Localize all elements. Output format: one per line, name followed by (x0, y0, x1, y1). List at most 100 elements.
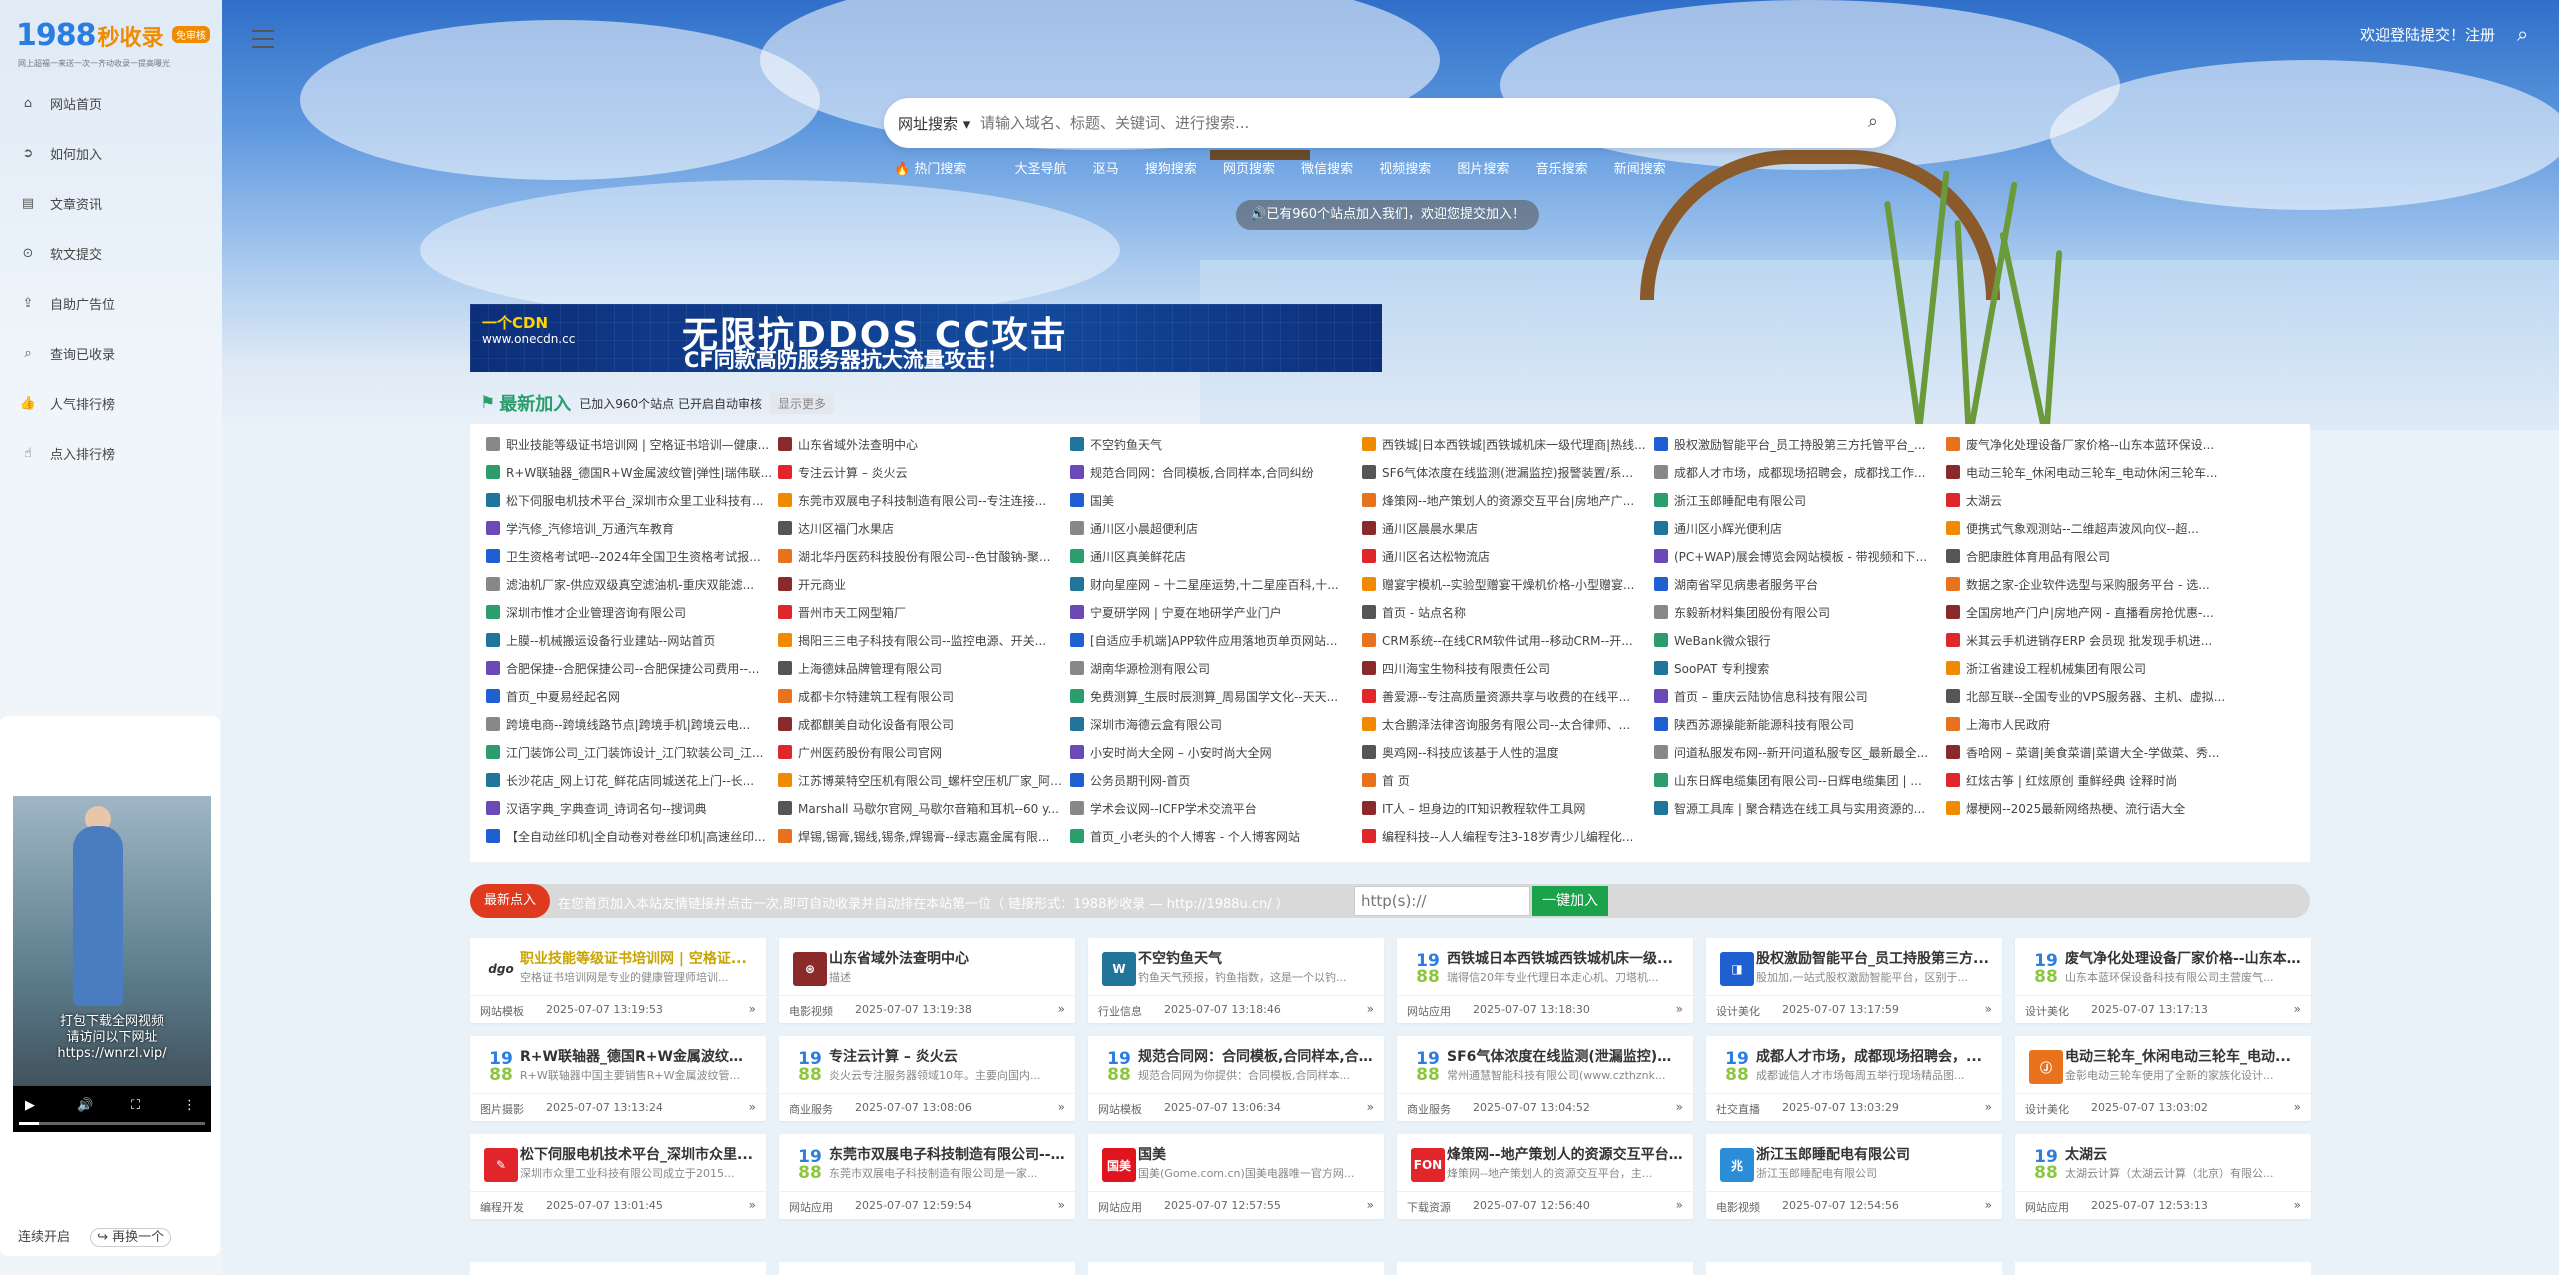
card-category[interactable]: 图片摄影 (480, 1101, 524, 1117)
site-link[interactable]: 上膜--机械搬运设备行业建站--网站首页 (486, 626, 778, 654)
site-link[interactable]: 成都人才市场，成都现场招聘会，成都找工作... (1654, 458, 1946, 486)
site-link[interactable]: 学汽修_汽修培训_万通汽车教育 (486, 514, 778, 542)
site-card[interactable]: 兆浙江玉郎睡配电有限公司 浙江玉郎睡配电有限公司 电影视频 2025-07-07 12… (1706, 1134, 2002, 1219)
site-link[interactable]: 江苏博莱特空压机有限公司_螺杆空压机厂家_阿特... (778, 766, 1070, 794)
site-link[interactable]: 学术会议网--ICFP学术交流平台 (1070, 794, 1362, 822)
site-link[interactable]: 小安时尚大全网 – 小安时尚大全网 (1070, 738, 1362, 766)
double-chevron-icon[interactable]: » (1985, 1198, 1992, 1212)
autoplay-toggle[interactable]: 连续开启 (18, 1230, 70, 1245)
card-title[interactable]: 专注云计算 – 炎火云 (829, 1046, 1065, 1066)
site-link[interactable]: 陕西苏源操能新能源科技有限公司 (1654, 710, 1946, 738)
search-type-select[interactable]: 网址搜索 ▾ (898, 113, 970, 134)
site-link[interactable]: 宁夏研学网 | 宁夏在地研学产业门户 (1070, 598, 1362, 626)
site-link[interactable]: 北部互联--全国专业的VPS服务器、主机、虚拟... (1946, 682, 2238, 710)
volume-icon[interactable]: 🔊 (77, 1098, 93, 1113)
engine-tab[interactable]: 沤马 (1093, 162, 1119, 177)
sidebar-item-click-ranking[interactable]: ☝ 点入排行榜 (0, 428, 222, 478)
site-link[interactable]: 松下伺服电机技术平台_深圳市众里工业科技有... (486, 486, 778, 514)
card-category[interactable]: 设计美化 (2025, 1003, 2069, 1019)
site-link[interactable]: (PC+WAP)展会博览会网站模板 - 带视频和下... (1654, 542, 1946, 570)
site-link[interactable]: 太合鹏泽法律咨询服务有限公司--太合律师、... (1362, 710, 1654, 738)
sidebar-item-check-indexed[interactable]: ⌕ 查询已收录 (0, 328, 222, 378)
site-link[interactable]: IT人 – 坦身边的IT知识教程软件工具网 (1362, 794, 1654, 822)
engine-tab[interactable]: 大圣导航 (1014, 162, 1066, 177)
site-link[interactable]: 股权激励智能平台_员工持股第三方托管平台_... (1654, 430, 1946, 458)
site-card[interactable]: FON 烽策网--地产策划人的资源交互平台... 烽策网--地产策划人的资源交互平台… (1397, 1134, 1693, 1219)
site-card[interactable]: dgo 职业技能等级证书培训网 | 空格证... 空格证书培训网是专业的健康管理师培… (470, 938, 766, 1023)
site-link[interactable]: 湖北华丹医药科技股份有限公司--色甘酸钠-聚... (778, 542, 1070, 570)
site-link[interactable]: 汉语字典_字典查词_诗词名句--搜词典 (486, 794, 778, 822)
site-link[interactable]: 【全自动丝印机|全自动卷对卷丝印机|高速丝印... (486, 822, 778, 850)
one-click-join-button[interactable]: 一键加入 (1532, 886, 1608, 916)
site-link[interactable]: 数据之家-企业软件选型与采购服务平台 - 选... (1946, 570, 2238, 598)
site-card[interactable]: Ⓙ 电动三轮车_休闲电动三轮车_电动... 金彰电动三轮车使用了全新的家族化设计..… (2015, 1036, 2311, 1121)
card-title[interactable]: 股权激励智能平台_员工持股第三方... (1756, 948, 1992, 968)
site-link[interactable]: 湖南华源检测有限公司 (1070, 654, 1362, 682)
fullscreen-icon[interactable]: ⛶ (131, 1098, 140, 1113)
site-link[interactable]: 太湖云 (1946, 486, 2238, 514)
site-link[interactable]: 编程科技--人人编程专注3-18岁青少儿编程化... (1362, 822, 1654, 850)
site-card[interactable]: 国美 国美 国美(Gome.com.cn)国美电器唯一官方网... 网站应用 2025-… (1088, 1134, 1384, 1219)
site-link[interactable]: 焊锡,锡膏,锡线,锡条,焊锡膏--绿志嘉金属有限... (778, 822, 1070, 850)
site-link[interactable]: 首页_小老头的个人博客 - 个人博客网站 (1070, 822, 1362, 850)
card-title[interactable]: 职业技能等级证书培训网 | 空格证... (520, 948, 756, 968)
card-category[interactable]: 电影视频 (789, 1003, 833, 1019)
search-icon[interactable]: ⌕ (2517, 22, 2539, 46)
site-link[interactable]: 卫生资格考试吧--2024年全国卫生资格考试报... (486, 542, 778, 570)
double-chevron-icon[interactable]: » (749, 1002, 756, 1016)
card-title[interactable]: 成都人才市场，成都现场招聘会，... (1756, 1046, 1992, 1066)
site-link[interactable]: 善爱源--专注高质量资源共享与收费的在线平... (1362, 682, 1654, 710)
sidebar-item-submit-article[interactable]: ⊙ 软文提交 (0, 228, 222, 278)
card-category[interactable]: 设计美化 (1716, 1003, 1760, 1019)
site-link[interactable]: WeBank微众银行 (1654, 626, 1946, 654)
site-link[interactable]: 深圳市惟才企业管理咨询有限公司 (486, 598, 778, 626)
site-link[interactable]: 国美 (1070, 486, 1362, 514)
site-link[interactable]: 赠宴宇模机--实验型赠宴干燥机价格-小型赠宴... (1362, 570, 1654, 598)
engine-tab[interactable]: 网页搜索 (1223, 162, 1275, 177)
site-link[interactable]: 山东日辉电缆集团有限公司--日辉电缆集团 | ... (1654, 766, 1946, 794)
double-chevron-icon[interactable]: » (2294, 1198, 2301, 1212)
double-chevron-icon[interactable]: » (1985, 1100, 1992, 1114)
card-title[interactable]: 山东省域外法查明中心 (829, 948, 1065, 968)
video-progress[interactable] (19, 1122, 205, 1125)
double-chevron-icon[interactable]: » (1676, 1002, 1683, 1016)
card-category[interactable]: 社交直播 (1716, 1101, 1760, 1117)
card-title[interactable]: 不空钓鱼天气 (1138, 948, 1374, 968)
double-chevron-icon[interactable]: » (1367, 1198, 1374, 1212)
site-card[interactable]: 19 88 太湖云 太湖云计算（太湖云计算（北京）有限公... 网站应用 2025-07-… (2015, 1134, 2311, 1219)
replay-button[interactable]: ↪ 再换一个 (90, 1228, 172, 1247)
card-title[interactable]: 烽策网--地产策划人的资源交互平台... (1447, 1144, 1683, 1164)
engine-tab[interactable]: 图片搜索 (1457, 162, 1509, 177)
card-title[interactable]: SF6气体浓度在线监测(泄漏监控)报... (1447, 1046, 1683, 1066)
site-link[interactable]: 东莞市双展电子科技制造有限公司--专注连接... (778, 486, 1070, 514)
site-link[interactable]: 免费测算_生辰时辰测算_周易国学文化--天天... (1070, 682, 1362, 710)
card-title[interactable]: R+W联轴器_德国R+W金属波纹管|... (520, 1046, 756, 1066)
play-icon[interactable]: ▶ (25, 1098, 35, 1113)
site-link[interactable]: SooPAT 专利搜索 (1654, 654, 1946, 682)
site-link[interactable]: 揭阳三三电子科技有限公司--监控电源、开关... (778, 626, 1070, 654)
site-link[interactable]: 跨境电商--跨境线路节点|跨境手机|跨境云电... (486, 710, 778, 738)
site-link[interactable]: 全国房地产门户|房地产网 - 直播看房抢优惠-... (1946, 598, 2238, 626)
site-link[interactable]: 成都麒美自动化设备有限公司 (778, 710, 1070, 738)
site-card[interactable]: 19 88 R+W联轴器_德国R+W金属波纹管|... R+W联轴器中国主要销售R+W… (470, 1036, 766, 1121)
login-register-link[interactable]: 欢迎登陆提交！注册 (2360, 24, 2495, 45)
sidebar-item-articles[interactable]: ▤ 文章资讯 (0, 178, 222, 228)
site-link[interactable]: 红炫古筝 | 红炫原创 重鲜经典 诠释时尚 (1946, 766, 2238, 794)
card-category[interactable]: 行业信息 (1098, 1003, 1142, 1019)
double-chevron-icon[interactable]: » (2294, 1002, 2301, 1016)
site-link[interactable]: 首页_中夏易经起名网 (486, 682, 778, 710)
card-category[interactable]: 下载资源 (1407, 1199, 1451, 1215)
video-player[interactable]: 打包下载全网视频 请访问以下网址 https://wnrzl.vip/ (13, 796, 211, 1086)
card-title[interactable]: 西铁城日本西铁城西铁城机床一级... (1447, 948, 1683, 968)
site-link[interactable]: 合肥康胜体育用品有限公司 (1946, 542, 2238, 570)
url-input[interactable] (1354, 886, 1530, 916)
card-category[interactable]: 网站应用 (789, 1199, 833, 1215)
card-category[interactable]: 网站应用 (2025, 1199, 2069, 1215)
menu-toggle-icon[interactable] (252, 30, 276, 50)
double-chevron-icon[interactable]: » (1367, 1100, 1374, 1114)
site-link[interactable]: 湖南省罕见病患者服务平台 (1654, 570, 1946, 598)
sidebar-item-home[interactable]: ⌂ 网站首页 (0, 78, 222, 128)
search-submit-icon[interactable]: ⌕ (1868, 111, 1878, 132)
site-link[interactable]: 问道私服发布网--新开问道私服专区_最新最全... (1654, 738, 1946, 766)
sidebar-item-popularity-ranking[interactable]: 👍 人气排行榜 (0, 378, 222, 428)
